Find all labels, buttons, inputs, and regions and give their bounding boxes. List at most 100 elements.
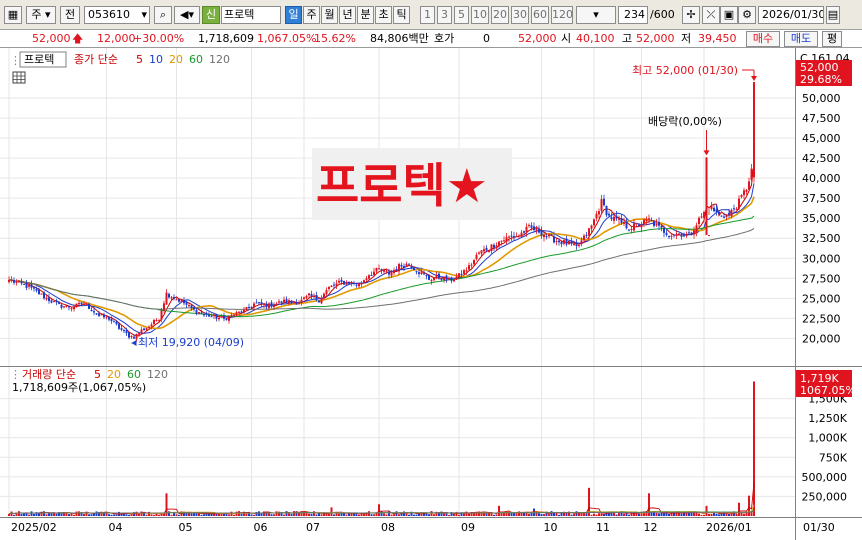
crosshair-icon[interactable]: ✢ [682,6,700,24]
layout-icon[interactable]: ▦ [4,6,22,24]
count-input[interactable]: 234 [618,6,648,24]
interval-button-3[interactable]: 3 [437,6,452,24]
candle-body-87 [225,319,228,321]
volume-bar-236 [598,513,600,516]
interval-button-30[interactable]: 30 [511,6,529,24]
candle-body-4 [18,280,20,283]
candle-body-134 [343,280,345,285]
candle-body-176 [448,278,450,280]
date-input[interactable]: 2026/01/30 [758,6,824,24]
candle-body-90 [233,314,235,316]
search-icon[interactable]: ⌕ [154,6,172,24]
grid-toggle-icon[interactable] [12,71,26,84]
volume-bar-122 [313,511,315,516]
drag-handle-icon[interactable]: ⋮ [10,54,21,67]
period-tab-5[interactable]: 초 [375,6,392,24]
volume-bar-23 [65,513,68,516]
period-tab-2[interactable]: 월 [321,6,338,24]
buy-button[interactable]: 매수 [746,31,780,47]
candle-body-137 [350,281,353,284]
candle-body-279 [705,157,708,236]
candle-body-124 [318,300,320,303]
candle-body-61 [160,310,163,320]
interval-button-120[interactable]: 120 [551,6,573,24]
sell-button[interactable]: 매도 [784,31,818,47]
candle-body-101 [260,302,263,305]
period-tab-6[interactable]: 틱 [393,6,410,24]
interval-select[interactable]: ▾ [576,6,616,24]
candle-body-115 [295,302,298,305]
candle-body-172 [438,273,440,278]
volume-bar-73 [190,513,193,516]
volume-bar-192 [488,513,490,516]
volume-tick-1: 500,000 [802,471,848,484]
toolbar: ▦ 주 ▾ 전 053610 ▾ ⌕ ◀▾ 신 프로텍 일주월년분초틱 1 3 5 10… [0,0,862,30]
interval-button-1[interactable]: 1 [420,6,435,24]
candle-body-218 [553,236,555,243]
scope-select[interactable]: 전 [60,6,80,24]
period-tab-0[interactable]: 일 [285,6,302,24]
candle-body-255 [645,219,648,222]
date-tick-8: 11 [596,521,610,534]
volume-bar-217 [550,511,553,516]
period-tab-3[interactable]: 년 [339,6,356,24]
volume-bar-153 [390,514,393,516]
period-tab-1[interactable]: 주 [303,6,320,24]
volume-bar-26 [73,514,75,516]
stock-code-input[interactable]: 053610 ▾ [84,6,150,24]
candle-body-49 [130,336,133,338]
candle-body-33 [90,310,93,312]
candle-body-237 [600,199,603,211]
candle-body-92 [238,311,240,313]
period-tab-4[interactable]: 분 [357,6,374,24]
volume-drag-handle-icon[interactable]: ⋮ [10,368,21,381]
volume-tick-2: 750K [819,451,848,464]
candle-body-240 [608,213,610,216]
volume-bar-212 [538,513,540,516]
chart-tools-icon[interactable]: ⤫ [702,6,720,24]
candle-body-220 [558,240,560,243]
candle-body-239 [605,205,608,216]
candle-body-253 [640,224,643,228]
stock-chart[interactable]: 프로텍★ 20,000 22,500 25,000 27,500 30,000 32,50… [0,48,862,540]
candle-body-195 [495,245,498,249]
candle-body-154 [393,270,395,274]
volume-bar-123 [315,514,318,516]
ma-legend-60: 60 [189,53,203,66]
volume-bar-81 [210,514,213,516]
calendar-icon[interactable]: ▤ [826,6,840,24]
volume-bar-75 [195,513,198,516]
stock-name[interactable]: 프로텍 [221,6,281,24]
candle-body-2 [13,280,15,283]
candle-body-0 [8,279,10,283]
price-tick-6: 35,000 [802,212,841,225]
volume-bar-149 [380,511,383,516]
candle-body-185 [470,264,473,266]
candle-body-57 [150,324,153,327]
volume-bar-259 [655,512,658,516]
candle-body-211 [535,227,538,232]
eval-button[interactable]: 평 [822,31,842,47]
gear-icon[interactable]: ⚙ [738,6,756,24]
interval-button-5[interactable]: 5 [454,6,469,24]
candle-body-180 [458,273,460,278]
candle-body-262 [663,227,665,233]
hoga-label: 호가 [434,32,455,45]
sound-icon[interactable]: ◀▾ [174,6,200,24]
volume-bar-283 [715,513,718,516]
save-icon[interactable]: ▣ [720,6,738,24]
interval-button-20[interactable]: 20 [491,6,509,24]
interval-button-10[interactable]: 10 [471,6,489,24]
market-select[interactable]: 주 ▾ [26,6,56,24]
vol-legend-120: 120 [147,368,168,381]
low-marker-label: 최저 19,920 (04/09) [138,336,244,349]
candle-body-26 [73,306,75,310]
price-tick-4: 30,000 [802,252,841,265]
candle-body-21 [60,304,63,308]
volume-bar-74 [193,513,195,516]
candle-body-107 [275,303,278,305]
candle-body-288 [728,212,730,215]
candle-body-29 [80,302,83,305]
candle-body-145 [370,274,373,276]
interval-button-60[interactable]: 60 [531,6,549,24]
